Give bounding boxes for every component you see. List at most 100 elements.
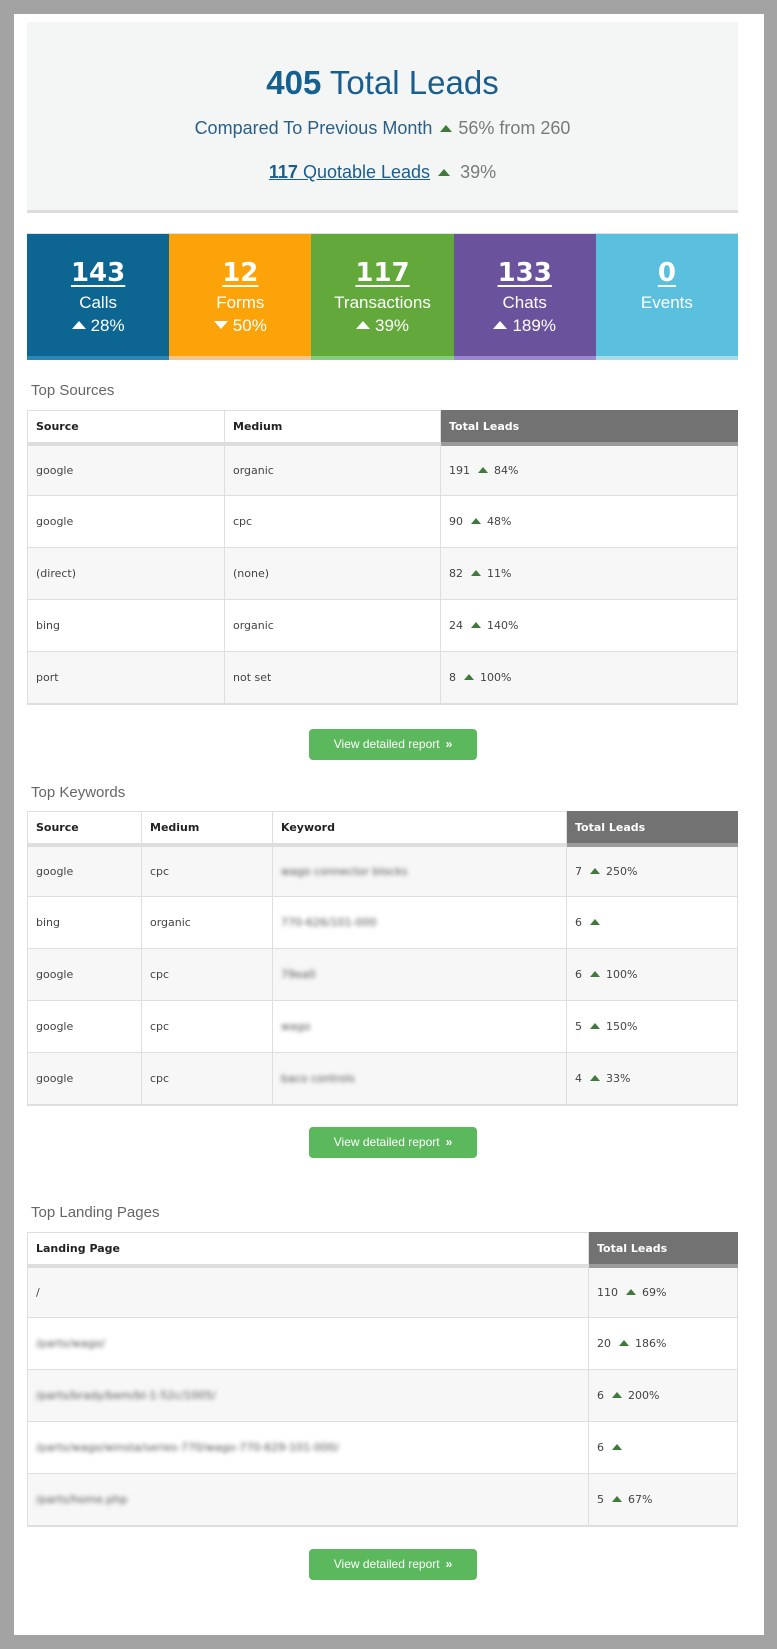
keyword-cell: wago <box>272 1000 567 1053</box>
source-cell: google <box>27 495 225 548</box>
stat-transactions[interactable]: 117 Transactions 39% <box>311 234 454 360</box>
up-arrow-icon <box>590 971 600 977</box>
lead-count: 191 <box>449 463 470 477</box>
medium-cell-text: cpc <box>150 1071 170 1085</box>
total-leads-cell: 24 140% <box>440 599 738 652</box>
stat-value[interactable]: 117 <box>355 258 409 288</box>
source-cell-text: port <box>36 670 59 684</box>
up-arrow-icon <box>438 168 451 176</box>
source-cell: google <box>27 1052 142 1106</box>
total-leads-cell: 6 100% <box>566 948 738 1001</box>
lead-change: 67% <box>628 1492 653 1506</box>
stat-change-value: 50% <box>232 316 267 335</box>
lead-count: 8 <box>449 670 456 684</box>
stat-value[interactable]: 0 <box>658 258 676 288</box>
lead-change: 84% <box>494 463 519 477</box>
leads-summary: 405 Total Leads Compared To Previous Mon… <box>27 22 738 213</box>
medium-cell-text: cpc <box>150 1020 170 1033</box>
table-row: google cpc wago 5 150% <box>27 1000 738 1053</box>
stat-value[interactable]: 12 <box>222 258 258 288</box>
lead-count: 20 <box>597 1337 611 1350</box>
source-cell-text: google <box>36 463 74 477</box>
table-row: /parts/wago/20 186% <box>27 1317 738 1370</box>
quotable-label: Quotable Leads <box>302 162 431 182</box>
double-chevron-right-icon: » <box>445 1557 453 1571</box>
quotable-value: 117 <box>268 162 298 182</box>
stat-forms[interactable]: 12 Forms 50% <box>169 234 312 360</box>
chevron-up-icon <box>71 321 86 329</box>
lead-change: 150% <box>606 1020 638 1033</box>
quotable-leads-link[interactable]: 117 Quotable Leads <box>269 162 430 182</box>
stat-label: Events <box>640 293 693 312</box>
keyword-cell: 79ea0 <box>272 948 567 1001</box>
table-row: (direct) (none) 82 11% <box>27 547 738 600</box>
table-row: google cpc wago connector blocks 7 250% <box>27 844 738 897</box>
column-header-landing-page[interactable]: Landing Page <box>27 1232 589 1268</box>
stat-label: Calls <box>79 293 117 312</box>
section-title: Top Sources <box>31 382 115 399</box>
medium-cell: organic <box>141 896 273 949</box>
keyword-cell: baco controls <box>272 1052 567 1106</box>
total-leads-cell: 5 150% <box>566 1000 738 1053</box>
column-header-total-leads[interactable]: Total Leads <box>588 1232 738 1268</box>
stat-stripe <box>27 356 170 360</box>
keyword-cell: wago connector blocks <box>272 844 567 897</box>
view-detailed-report-button[interactable]: View detailed report » <box>309 729 477 760</box>
stat-chats[interactable]: 133 Chats 189% <box>453 234 596 360</box>
stat-value[interactable]: 143 <box>71 258 125 288</box>
lead-change: 100% <box>480 670 512 684</box>
stat-change: 50% <box>169 316 311 336</box>
medium-cell-text: cpc <box>150 968 170 981</box>
medium-cell-text: not set <box>233 670 272 684</box>
view-detailed-report-button[interactable]: View detailed report » <box>309 1127 477 1158</box>
total-leads-cell: 5 67% <box>588 1473 738 1527</box>
chevron-up-icon <box>493 321 508 329</box>
stat-label: Transactions <box>334 293 431 312</box>
keyword-cell-text: baco controls <box>281 1071 355 1085</box>
stat-calls[interactable]: 143 Calls 28% <box>27 234 170 360</box>
source-cell: google <box>27 443 225 496</box>
total-leads-cell: 6 <box>566 896 738 949</box>
stat-stripe <box>453 356 596 360</box>
landing-page-cell-text: /parts/wago/ <box>36 1337 105 1350</box>
table-row: bing organic 770-626/101-000 6 <box>27 896 738 949</box>
up-arrow-icon <box>471 622 481 628</box>
landing-page-cell-text: /parts/brady/bem/bl-1-52c/1005/ <box>36 1389 216 1402</box>
table-row: bing organic 24 140% <box>27 599 738 652</box>
channel-stats: 143 Calls 28% 12 Forms 50% 117 Transacti… <box>27 233 739 360</box>
column-header-medium[interactable]: Medium <box>224 410 441 446</box>
column-header-source[interactable]: Source <box>27 811 142 847</box>
up-arrow-icon <box>471 570 481 576</box>
up-arrow-icon <box>612 1392 622 1398</box>
lead-count: 7 <box>575 864 582 878</box>
lead-count: 5 <box>597 1492 604 1506</box>
keyword-cell-text: 79ea0 <box>281 968 316 981</box>
source-cell: google <box>27 844 142 897</box>
stat-events[interactable]: 0 Events <box>595 234 739 360</box>
medium-cell: cpc <box>141 1000 273 1053</box>
lead-count: 82 <box>449 567 463 580</box>
quotable-delta: 39% <box>460 162 497 182</box>
table-body: google cpc wago connector blocks 7 250% bing o… <box>27 844 738 1106</box>
column-header-source[interactable]: Source <box>27 410 225 446</box>
column-header-medium[interactable]: Medium <box>141 811 273 847</box>
medium-cell: organic <box>224 599 441 652</box>
up-arrow-icon <box>471 518 481 524</box>
total-leads-cell: 6 <box>588 1421 738 1474</box>
button-label: View detailed report <box>333 1557 440 1571</box>
source-cell-text: google <box>36 515 74 528</box>
total-leads-cell: 191 84% <box>440 443 738 496</box>
column-header-total-leads[interactable]: Total Leads <box>566 811 738 847</box>
view-detailed-report-button[interactable]: View detailed report » <box>309 1549 477 1580</box>
medium-cell: (none) <box>224 547 441 600</box>
column-header-total-leads[interactable]: Total Leads <box>440 410 738 446</box>
landing-page-cell: /parts/brady/bem/bl-1-52c/1005/ <box>27 1369 589 1422</box>
lead-change: 11% <box>487 567 512 580</box>
source-cell-text: bing <box>36 619 60 632</box>
stat-value[interactable]: 133 <box>498 258 552 288</box>
column-header-keyword[interactable]: Keyword <box>272 811 567 847</box>
lead-count: 6 <box>575 968 582 981</box>
button-label: View detailed report <box>333 737 440 751</box>
table-row: /parts/home.php 5 67% <box>27 1473 738 1527</box>
source-cell-text: google <box>36 968 74 981</box>
